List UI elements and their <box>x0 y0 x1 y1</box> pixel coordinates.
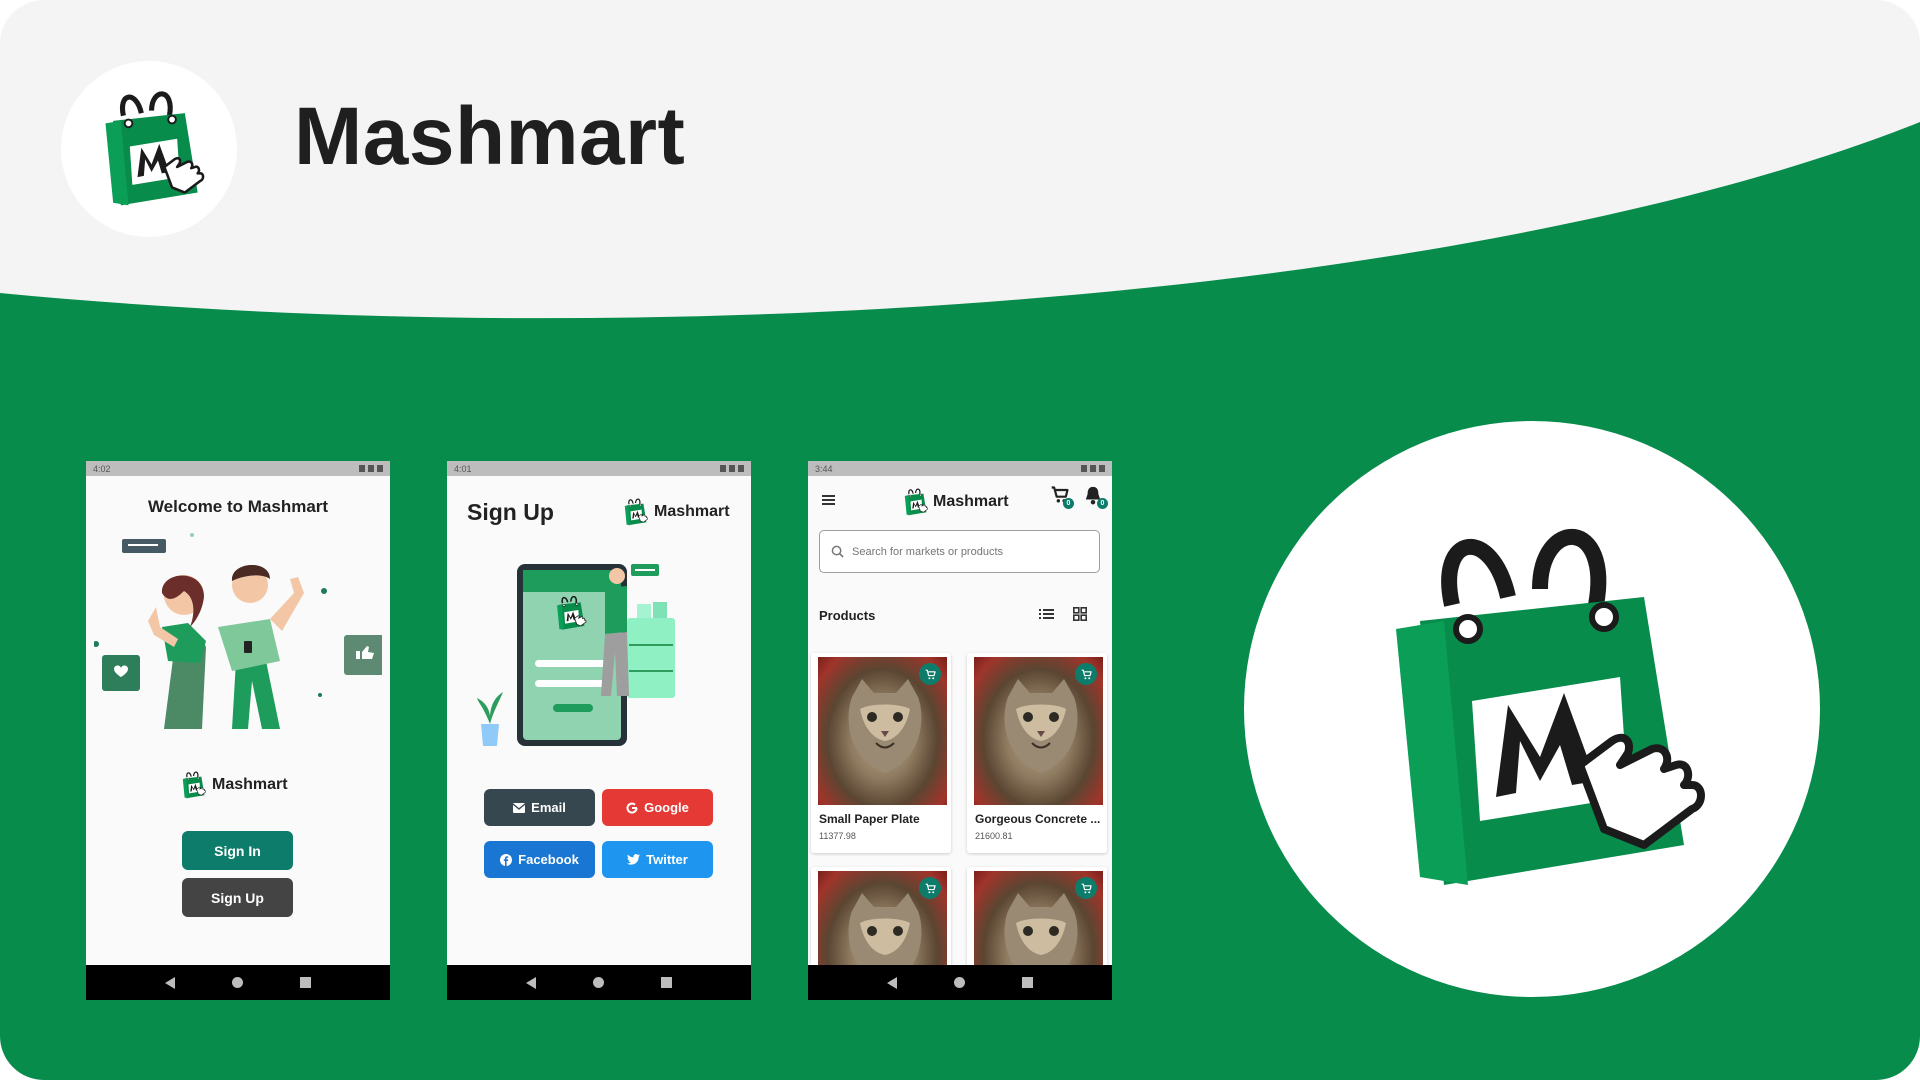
cat-photo <box>848 679 922 773</box>
nav-back-icon[interactable] <box>886 976 897 989</box>
twitter-label: Twitter <box>646 852 688 867</box>
shopping-bag-logo-icon <box>620 492 650 532</box>
notification-count-badge: 0 <box>1097 498 1108 509</box>
email-signup-button[interactable]: Email <box>484 789 595 826</box>
app-bar: Mashmart 0 0 <box>808 476 1112 524</box>
menu-icon[interactable] <box>822 495 835 505</box>
sign-up-button[interactable]: Sign Up <box>182 878 293 917</box>
cart-count-badge: 0 <box>1063 498 1074 509</box>
product-image <box>818 657 947 805</box>
brand-lockup: Mashmart <box>620 492 730 532</box>
sign-in-button[interactable]: Sign In <box>182 831 293 870</box>
shopping-bag-logo-icon <box>85 79 213 219</box>
email-label: Email <box>531 800 566 815</box>
notifications-button[interactable]: 0 <box>1084 485 1108 509</box>
brand-name: Mashmart <box>654 503 730 520</box>
add-to-cart-button[interactable] <box>1075 663 1097 685</box>
sign-up-heading: Sign Up <box>467 499 554 525</box>
nav-recents-icon[interactable] <box>661 977 673 988</box>
status-bar: 4:01 <box>447 461 751 476</box>
brand-name: Mashmart <box>933 493 1009 510</box>
status-bar: 3:44 <box>808 461 1112 476</box>
brand-lockup: Mashmart <box>178 767 288 803</box>
status-icons <box>359 465 383 472</box>
add-to-cart-button[interactable] <box>1075 877 1097 899</box>
google-icon <box>626 802 638 814</box>
sign-up-screen: 4:01 Sign Up Mashmart Email Google Faceb… <box>447 461 751 1000</box>
android-nav-bar <box>86 965 390 1000</box>
banner: Mashmart 4:02 Welcome to Mashmart Mashma… <box>0 0 1920 1080</box>
facebook-label: Facebook <box>518 852 579 867</box>
products-section-label: Products <box>819 608 876 623</box>
search-input[interactable] <box>852 545 1072 558</box>
product-name: Small Paper Plate <box>819 812 920 826</box>
add-to-cart-button[interactable] <box>919 663 941 685</box>
product-price: 11377.98 <box>819 831 856 841</box>
status-time: 3:44 <box>815 463 833 474</box>
shopping-bag-logo-icon <box>1332 499 1732 919</box>
sign-up-illustration <box>477 564 675 746</box>
google-signup-button[interactable]: Google <box>602 789 713 826</box>
products-screen: 3:44 Mashmart 0 0 Products <box>808 461 1112 1000</box>
welcome-heading: Welcome to Mashmart <box>147 497 329 516</box>
add-to-cart-button[interactable] <box>919 877 941 899</box>
cat-photo <box>1004 679 1078 773</box>
cart-button[interactable]: 0 <box>1050 485 1074 509</box>
app-title: Mashmart <box>294 91 686 182</box>
cart-icon <box>1080 882 1093 895</box>
grid-view-icon[interactable] <box>1073 607 1087 621</box>
nav-home-icon[interactable] <box>231 977 243 988</box>
android-nav-bar <box>808 965 1112 1000</box>
product-name: Gorgeous Concrete ... <box>975 812 1101 826</box>
twitter-signup-button[interactable]: Twitter <box>602 841 713 878</box>
shopping-bag-logo-icon <box>178 767 208 803</box>
welcome-illustration <box>94 533 382 729</box>
twitter-icon <box>627 854 641 865</box>
status-icons <box>1081 465 1105 472</box>
cart-icon <box>924 882 937 895</box>
search-icon <box>831 545 844 558</box>
cart-icon <box>1080 668 1093 681</box>
facebook-signup-button[interactable]: Facebook <box>484 841 595 878</box>
facebook-icon <box>500 853 513 866</box>
welcome-screen: 4:02 Welcome to Mashmart Mashmart Sign I… <box>86 461 390 1000</box>
list-view-icon[interactable] <box>1039 608 1054 620</box>
brand-lockup: Mashmart <box>900 482 1009 522</box>
header-logo <box>61 61 237 237</box>
shopping-bag-logo-icon <box>900 482 930 522</box>
large-logo <box>1244 421 1820 997</box>
nav-back-icon[interactable] <box>164 976 175 989</box>
status-time: 4:01 <box>454 463 472 474</box>
status-bar: 4:02 <box>86 461 390 476</box>
product-card[interactable]: Small Paper Plate 11377.98 <box>811 653 951 853</box>
brand-name: Mashmart <box>212 776 288 793</box>
google-label: Google <box>644 800 689 815</box>
nav-home-icon[interactable] <box>953 977 965 988</box>
envelope-icon <box>513 802 526 813</box>
nav-back-icon[interactable] <box>525 976 536 989</box>
cart-icon <box>924 668 937 681</box>
nav-recents-icon[interactable] <box>300 977 312 988</box>
nav-recents-icon[interactable] <box>1022 977 1034 988</box>
product-price: 21600.81 <box>975 831 1013 841</box>
search-bar[interactable] <box>819 530 1100 573</box>
android-nav-bar <box>447 965 751 1000</box>
product-image <box>974 657 1103 805</box>
status-icons <box>720 465 744 472</box>
product-card[interactable]: Gorgeous Concrete ... 21600.81 <box>967 653 1107 853</box>
nav-home-icon[interactable] <box>592 977 604 988</box>
status-time: 4:02 <box>93 463 111 474</box>
